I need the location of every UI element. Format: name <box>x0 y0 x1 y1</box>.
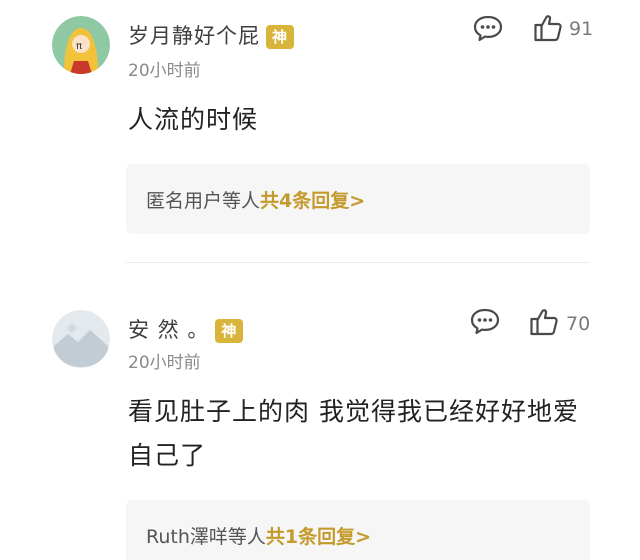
username[interactable]: 安 然 。神 <box>128 314 244 344</box>
reply-suffix: 等人 <box>227 526 266 548</box>
comment-icon[interactable] <box>470 307 500 335</box>
view-replies-link[interactable]: 共1条回复> <box>266 526 371 548</box>
comment-content: 看见肚子上的肉 我觉得我已经好好地爱自己了 <box>128 397 579 470</box>
avatar[interactable]: π <box>52 16 110 74</box>
like-icon[interactable] <box>533 13 563 43</box>
username-text[interactable]: 岁月静好个屁 <box>128 24 260 48</box>
timestamp: 20小时前 <box>128 353 201 373</box>
avatar-image: π <box>52 16 110 74</box>
reply-text[interactable]: Ruth澤咩等人共1条回复> <box>146 522 371 549</box>
comment-content: 人流的时候 <box>128 105 259 134</box>
timestamp: 20小时前 <box>128 61 201 81</box>
reply-suffix: 等人 <box>222 190 261 212</box>
reply-summary[interactable]: 匿名用户等人共4条回复> <box>126 164 590 234</box>
comment-list: π 岁月静好个屁神 20小时前 91 人流的时候 匿名用户等人共4条回复> 安 … <box>0 0 640 560</box>
like-icon[interactable] <box>529 307 559 337</box>
username[interactable]: 岁月静好个屁神 <box>128 20 294 50</box>
avatar[interactable] <box>52 310 110 368</box>
like-count: 70 <box>566 313 591 335</box>
god-badge: 神 <box>266 25 294 49</box>
username-text[interactable]: 安 然 。 <box>128 318 209 342</box>
comment-item: 安 然 。神 20小时前 70 看见肚子上的肉 我觉得我已经好好地爱自己了 Ru… <box>0 262 640 560</box>
god-badge: 神 <box>215 319 244 343</box>
comment-icon[interactable] <box>473 14 503 42</box>
reply-summary[interactable]: Ruth澤咩等人共1条回复> <box>126 500 590 560</box>
like-count: 91 <box>569 18 594 40</box>
comment-item: π 岁月静好个屁神 20小时前 91 人流的时候 匿名用户等人共4条回复> <box>0 0 640 262</box>
view-replies-link[interactable]: 共4条回复> <box>260 190 365 212</box>
svg-text:π: π <box>76 41 82 52</box>
reply-names: 匿名用户 <box>146 190 223 212</box>
reply-text[interactable]: 匿名用户等人共4条回复> <box>146 186 365 213</box>
reply-names: Ruth澤咩 <box>146 526 228 548</box>
avatar-image <box>52 310 110 368</box>
